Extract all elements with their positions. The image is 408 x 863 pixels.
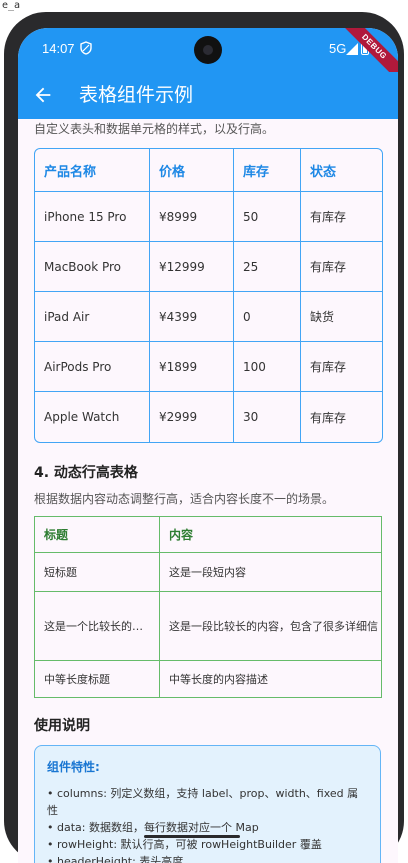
table-row: 短标题 这是一段短内容 xyxy=(34,552,382,592)
table-cell: 中等长度标题 xyxy=(34,660,160,698)
table-cell: 50 xyxy=(234,192,301,242)
status-bar: 14:07 5G DEBUG xyxy=(18,28,398,88)
table-row: Apple Watch ¥2999 30 有库存 xyxy=(35,392,382,442)
table-cell: 有库存 xyxy=(301,242,382,292)
table-cell: ¥8999 xyxy=(150,192,234,242)
table-cell: 有库存 xyxy=(310,410,347,425)
table-cell: 这是一段比较长的内容，包含了很多详细信 xyxy=(159,591,382,661)
network-type: 5G xyxy=(329,41,347,56)
table-cell: ¥2999 xyxy=(150,392,234,442)
header-cell: 产品名称 xyxy=(35,149,150,192)
table-cell: 0 xyxy=(234,292,301,342)
table-cell: ¥4399 xyxy=(150,292,234,342)
page-title: 表格组件示例 xyxy=(79,84,194,106)
table-cell: MacBook Pro xyxy=(35,242,150,292)
table-cell: 25 xyxy=(234,242,301,292)
table-cell: 这是一个比较长的… xyxy=(34,591,160,661)
table-cell: 这是一段短内容 xyxy=(159,552,382,592)
table-row: iPad Air ¥4399 0 缺货 xyxy=(35,292,382,342)
status-time: 14:07 xyxy=(42,41,75,56)
header-cell: 库存 xyxy=(234,149,301,192)
table-row: 这是一个比较长的… 这是一段比较长的内容，包含了很多详细信 xyxy=(34,591,382,661)
table-header-row: 标题 内容 xyxy=(34,516,382,553)
usage-heading: 使用说明 xyxy=(34,718,90,734)
table-cell: Apple Watch xyxy=(35,392,150,442)
header-cell: 标题 xyxy=(34,516,160,553)
table-cell: 缺货 xyxy=(301,292,382,342)
table-header-row: 产品名称 价格 库存 状态 xyxy=(35,149,382,192)
table-cell: iPhone 15 Pro xyxy=(35,192,150,242)
section-title: 4. 动态行高表格 xyxy=(34,465,138,481)
table-row: AirPods Pro ¥1899 100 有库存 xyxy=(35,342,382,392)
table-row: iPhone 15 Pro ¥8999 50 有库存 xyxy=(35,192,382,242)
scroll-content[interactable]: 自定义表头和数据单元格的样式，以及行高。 产品名称 价格 库存 状态 iPhon… xyxy=(18,119,398,863)
product-table: 产品名称 价格 库存 状态 iPhone 15 Pro ¥8999 50 有库存… xyxy=(34,148,383,443)
usage-item: • columns: 列定义数组，支持 label、prop、width、fix… xyxy=(47,787,359,817)
section-description: 自定义表头和数据单元格的样式，以及行高。 xyxy=(34,122,275,136)
table-cell: ¥12999 xyxy=(150,242,234,292)
usage-item: • data: 数据数组，每行数据对应一个 Map xyxy=(47,821,259,834)
table-row: MacBook Pro ¥12999 25 有库存 xyxy=(35,242,382,292)
header-cell: 内容 xyxy=(159,516,382,553)
table-cell: 100 xyxy=(234,342,301,392)
back-arrow-icon[interactable] xyxy=(32,84,54,106)
usage-item: • headerHeight: 表头高度 xyxy=(47,855,184,863)
usage-card: 组件特性: • columns: 列定义数组，支持 label、prop、wid… xyxy=(34,745,381,863)
dynamic-height-table: 标题 内容 短标题 这是一段短内容 这是一个比较长的… 这是一段比较长的内容，包… xyxy=(34,516,382,698)
table-cell: 30 xyxy=(234,392,301,442)
shield-icon xyxy=(80,41,92,55)
usage-item: • rowHeight: 默认行高，可被 rowHeightBuilder 覆盖 xyxy=(47,838,322,851)
table-cell: 中等长度的内容描述 xyxy=(159,660,382,698)
phone-frame: 14:07 5G DEBUG 表格组件示例 自定义表头和数据单元格的样式，以及行… xyxy=(4,12,404,863)
table-cell: iPad Air xyxy=(35,292,150,342)
table-row: 中等长度标题 中等长度的内容描述 xyxy=(34,660,382,698)
table-cell: 有库存 xyxy=(301,192,382,242)
front-camera xyxy=(194,36,222,64)
usage-card-title: 组件特性: xyxy=(47,760,100,774)
header-cell: 价格 xyxy=(150,149,234,192)
table-cell: 短标题 xyxy=(34,552,160,592)
app-screen: 14:07 5G DEBUG 表格组件示例 自定义表头和数据单元格的样式，以及行… xyxy=(18,28,398,863)
app-bar: 表格组件示例 xyxy=(18,72,398,119)
section-description: 根据数据内容动态调整行高，适合内容长度不一的场景。 xyxy=(34,492,335,506)
table-cell: AirPods Pro xyxy=(35,342,150,392)
signal-icon xyxy=(346,43,358,55)
table-cell: ¥1899 xyxy=(150,342,234,392)
gesture-nav-handle[interactable] xyxy=(144,835,240,838)
table-cell: 有库存 xyxy=(301,342,382,392)
header-cell: 状态 xyxy=(301,149,382,192)
